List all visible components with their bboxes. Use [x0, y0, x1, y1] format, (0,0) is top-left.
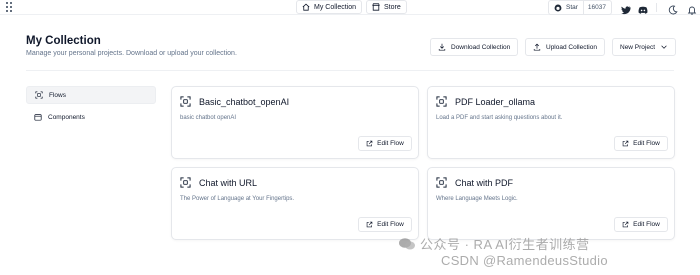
flow-card-title: Chat with PDF [455, 177, 514, 188]
github-icon [554, 4, 562, 11]
external-link-icon [622, 221, 629, 228]
home-icon [302, 3, 310, 11]
flow-card-description: Load a PDF and start asking questions ab… [436, 115, 563, 121]
nav-my-collection-button[interactable]: My Collection [296, 0, 363, 14]
sidebar-item-label: Components [48, 113, 85, 121]
external-link-icon [366, 140, 373, 147]
flow-scan-icon [436, 96, 447, 107]
github-star-label: Star [566, 4, 578, 11]
github-star-button[interactable]: Star [549, 1, 584, 14]
watermark-line1: 公众号 · RA AI衍生者训练营 [420, 237, 590, 252]
flow-card-description: basic chatbot openAI [180, 115, 237, 121]
download-collection-button[interactable]: Download Collection [430, 38, 519, 56]
flow-card[interactable]: Basic_chatbot_openAI basic chatbot openA… [171, 86, 419, 159]
upload-collection-button[interactable]: Upload Collection [525, 38, 605, 56]
watermark-wechat: 公众号 · RA AI衍生者训练营 [398, 234, 590, 253]
wechat-icon [399, 237, 415, 249]
new-project-dropdown[interactable]: New Project [612, 38, 677, 56]
nav-my-collection-label: My Collection [314, 3, 357, 11]
store-icon [372, 3, 380, 11]
flow-scan-icon [436, 177, 447, 188]
edit-flow-label: Edit Flow [633, 221, 660, 228]
new-project-label: New Project [620, 43, 656, 51]
sidebar: Flows Components [26, 86, 156, 130]
download-collection-label: Download Collection [451, 43, 511, 51]
sidebar-item-flows[interactable]: Flows [26, 86, 156, 104]
edit-flow-label: Edit Flow [633, 140, 660, 147]
flow-card-title: Basic_chatbot_openAI [199, 96, 290, 107]
flow-card-description: The Power of Language at Your Fingertips… [180, 196, 295, 202]
chevron-down-icon [661, 45, 667, 49]
edit-flow-label: Edit Flow [377, 221, 404, 228]
sidebar-item-components[interactable]: Components [26, 108, 156, 126]
download-icon [438, 43, 446, 51]
edit-flow-button[interactable]: Edit Flow [614, 217, 668, 232]
flow-card-title: PDF Loader_ollama [455, 96, 536, 107]
edit-flow-button[interactable]: Edit Flow [614, 136, 668, 151]
app-logo-icon[interactable] [5, 1, 16, 13]
watermark-csdn: CSDN @RamendeusStudio [441, 253, 608, 268]
github-star-widget[interactable]: Star 16037 [548, 0, 612, 15]
page-subtitle: Manage your personal projects. Download … [26, 50, 237, 57]
flow-card[interactable]: PDF Loader_ollama Load a PDF and start a… [427, 86, 675, 159]
flows-icon [35, 91, 43, 99]
github-star-count: 16037 [587, 4, 606, 11]
external-link-icon [622, 140, 629, 147]
flow-scan-icon [180, 177, 191, 188]
topbar-divider [656, 3, 657, 12]
header-divider [26, 70, 674, 71]
edit-flow-button[interactable]: Edit Flow [358, 136, 412, 151]
flow-card[interactable]: Chat with PDF Where Language Meets Logic… [427, 167, 675, 240]
discord-icon[interactable] [638, 2, 648, 14]
upload-icon [533, 43, 541, 51]
flow-card-description: Where Language Meets Logic. [436, 196, 518, 202]
page-title: My Collection [26, 35, 101, 47]
bell-icon[interactable] [687, 2, 697, 15]
flow-card-title: Chat with URL [199, 177, 258, 188]
components-icon [34, 114, 42, 121]
flow-scan-icon [180, 96, 191, 107]
edit-flow-button[interactable]: Edit Flow [358, 217, 412, 232]
flow-card[interactable]: Chat with URL The Power of Language at Y… [171, 167, 419, 240]
twitter-icon[interactable] [621, 2, 631, 15]
moon-icon[interactable] [668, 2, 678, 15]
upload-collection-label: Upload Collection [546, 43, 597, 51]
sidebar-item-label: Flows [49, 91, 66, 99]
edit-flow-label: Edit Flow [377, 140, 404, 147]
external-link-icon [366, 221, 373, 228]
top-navbar: My Collection Store Star 16037 [0, 0, 700, 15]
nav-store-label: Store [384, 3, 401, 11]
nav-store-button[interactable]: Store [366, 0, 407, 14]
